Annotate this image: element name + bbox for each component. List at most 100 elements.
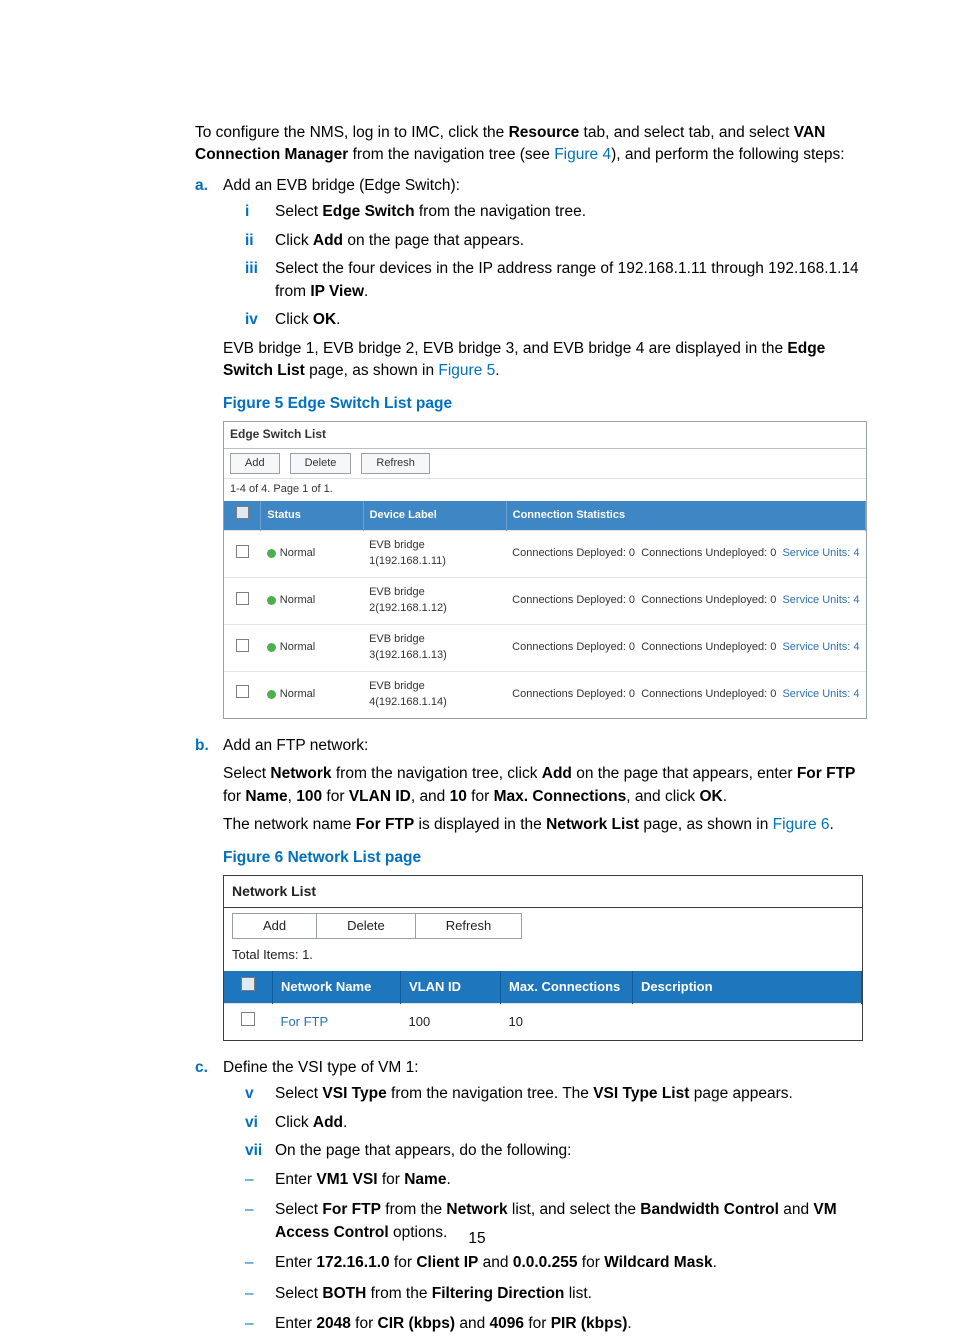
roman-marker: i [245,201,271,223]
edge-switch-table: Status Device Label Connection Statistic… [224,501,866,717]
edge-switch-list-title: Edge Switch List [224,422,866,448]
text: tab, and select [579,124,688,141]
network-name-link[interactable]: For FTP [273,1004,401,1040]
service-units-link[interactable]: Service Units: 4 [782,688,859,700]
text: To configure the NMS, log in to IMC, cli… [195,124,509,141]
roman-marker: ii [245,230,271,252]
row-checkbox[interactable] [236,685,249,698]
page-content: To configure the NMS, log in to IMC, cli… [195,122,865,1344]
figure-6-screenshot: Network List Add Delete Refresh Total It… [223,875,863,1041]
device-label[interactable]: EVB bridge 4(192.168.1.14) [363,671,506,717]
step-b-instruction: Select Network from the navigation tree,… [223,763,865,808]
step-a-result: EVB bridge 1, EVB bridge 2, EVB bridge 3… [223,338,865,383]
page-number: 15 [0,1228,954,1250]
status-text: Normal [280,547,315,559]
edge-switch-toolbar: Add Delete Refresh [224,449,866,480]
table-row: Normal EVB bridge 4(192.168.1.14) Connec… [224,671,866,717]
row-checkbox[interactable] [241,1012,255,1026]
service-units-link[interactable]: Service Units: 4 [782,641,859,653]
status-dot-icon [267,549,276,558]
status-dot-icon [267,643,276,652]
step-a-i: iSelect Edge Switch from the navigation … [245,201,865,223]
total-items-text: Total Items: 1. [224,944,862,971]
text: ), and perform the following steps: [611,146,844,163]
step-title: Define the VSI type of VM 1: [223,1059,419,1076]
step-a: a. Add an EVB bridge (Edge Switch): iSel… [195,175,865,719]
description-header: Description [633,971,862,1003]
status-text: Normal [280,688,315,700]
link-figure-5[interactable]: Figure 5 [438,362,495,379]
step-marker: a. [195,175,217,197]
network-list-title: Network List [224,876,862,907]
status-dot-icon [267,690,276,699]
roman-marker: iv [245,309,271,331]
row-checkbox[interactable] [236,639,249,652]
step-c: c. Define the VSI type of VM 1: vSelect … [195,1057,865,1336]
device-label[interactable]: EVB bridge 3(192.168.1.13) [363,625,506,672]
network-list-toolbar: Add Delete Refresh [224,908,862,945]
step-title: Add an FTP network: [223,737,368,754]
description-value [633,1004,862,1040]
figure-5-caption: Figure 5 Edge Switch List page [223,393,865,415]
pager-text: 1-4 of 4. Page 1 of 1. [224,479,866,501]
network-name-header: Network Name [273,971,401,1003]
service-units-link[interactable]: Service Units: 4 [782,547,859,559]
row-checkbox[interactable] [236,592,249,605]
step-b: b. Add an FTP network: Select Network fr… [195,735,865,1041]
step-c-vii: viiOn the page that appears, do the foll… [245,1140,865,1162]
device-label[interactable]: EVB bridge 2(192.168.1.12) [363,578,506,625]
select-all-header[interactable] [224,971,273,1003]
vlan-id-header: VLAN ID [401,971,501,1003]
status-header: Status [261,501,363,530]
roman-marker: vi [245,1112,271,1134]
network-list-table: Network Name VLAN ID Max. Connections De… [224,971,862,1040]
step-marker: c. [195,1057,217,1079]
max-connections-header: Max. Connections [501,971,633,1003]
step-title: Add an EVB bridge (Edge Switch): [223,177,460,194]
device-label-header: Device Label [363,501,506,530]
table-row: Normal EVB bridge 1(192.168.1.11) Connec… [224,531,866,578]
roman-marker: v [245,1083,271,1105]
table-row: Normal EVB bridge 3(192.168.1.13) Connec… [224,625,866,672]
text: tab, and select [689,124,794,141]
table-row: Normal EVB bridge 2(192.168.1.12) Connec… [224,578,866,625]
checkbox-icon[interactable] [236,506,249,519]
max-connections-value: 10 [501,1004,633,1040]
step-a-ii: iiClick Add on the page that appears. [245,230,865,252]
table-row: For FTP 100 10 [224,1004,862,1040]
add-button[interactable]: Add [230,453,280,475]
select-all-header[interactable] [224,501,261,530]
refresh-button[interactable]: Refresh [361,453,430,475]
link-figure-4[interactable]: Figure 4 [554,146,611,163]
refresh-button[interactable]: Refresh [415,913,523,940]
step-c-vi: viClick Add. [245,1112,865,1134]
status-text: Normal [280,641,315,653]
add-button[interactable]: Add [232,913,316,940]
vlan-id-value: 100 [401,1004,501,1040]
status-dot-icon [267,596,276,605]
text: from the navigation tree (see [348,146,554,163]
step-a-iv: ivClick OK. [245,309,865,331]
checkbox-icon[interactable] [241,977,255,991]
step-c-d5: Enter 2048 for CIR (kbps) and 4096 for P… [245,1313,865,1335]
roman-marker: iii [245,258,271,280]
step-c-d4: Select BOTH from the Filtering Direction… [245,1283,865,1305]
status-text: Normal [280,594,315,606]
delete-button[interactable]: Delete [316,913,415,940]
connection-stats-header: Connection Statistics [506,501,865,530]
row-checkbox[interactable] [236,545,249,558]
step-c-d3: Enter 172.16.1.0 for Client IP and 0.0.0… [245,1252,865,1274]
bold-text: Resource [509,124,580,141]
step-a-iii: iiiSelect the four devices in the IP add… [245,258,865,303]
service-units-link[interactable]: Service Units: 4 [782,594,859,606]
step-marker: b. [195,735,217,757]
roman-marker: vii [245,1140,271,1162]
step-c-d1: Enter VM1 VSI for Name. [245,1169,865,1191]
step-c-v: vSelect VSI Type from the navigation tre… [245,1083,865,1105]
step-b-result: The network name For FTP is displayed in… [223,814,865,836]
device-label[interactable]: EVB bridge 1(192.168.1.11) [363,531,506,578]
delete-button[interactable]: Delete [290,453,352,475]
figure-5-screenshot: Edge Switch List Add Delete Refresh 1-4 … [223,421,867,719]
intro-paragraph: To configure the NMS, log in to IMC, cli… [195,122,865,167]
link-figure-6[interactable]: Figure 6 [773,816,830,833]
